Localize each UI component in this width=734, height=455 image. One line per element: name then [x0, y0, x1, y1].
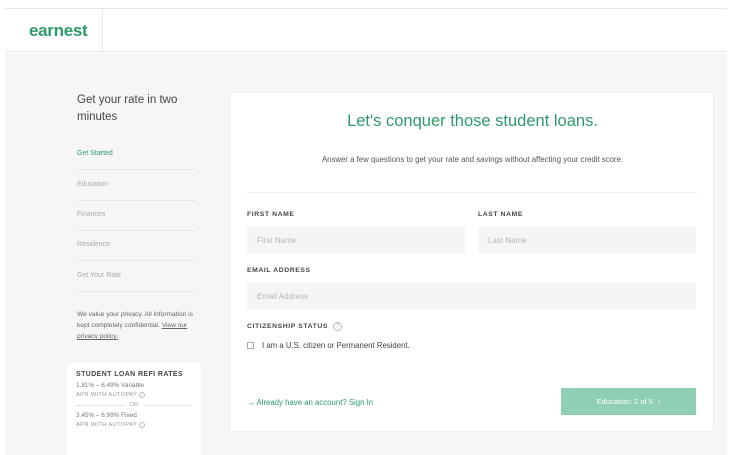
or-label: OR [129, 402, 139, 408]
privacy-note: We value your privacy. All information i… [77, 309, 197, 342]
citizenship-option[interactable]: I am a U.S. citizen or Permanent Residen… [247, 341, 410, 350]
top-bar: earnest [5, 8, 727, 52]
citizenship-label: CITIZENSHIP STATUS [247, 323, 329, 330]
info-icon[interactable]: i [139, 422, 146, 428]
step-finances[interactable]: Finances [77, 201, 196, 231]
or-divider: OR [76, 402, 193, 408]
page-subtitle: Answer a few questions to get your rate … [321, 155, 624, 164]
page-title: Let's conquer those student loans. [347, 112, 598, 130]
info-icon[interactable]: i [139, 392, 146, 398]
email-field[interactable] [247, 283, 696, 309]
step-residence[interactable]: Residence [77, 231, 196, 261]
first-name-label: FIRST NAME [247, 211, 295, 218]
signup-form-card: Let's conquer those student loans. Answe… [229, 92, 714, 432]
autopay-label: APR WITH AUTOPAY [76, 422, 138, 428]
last-name-field[interactable] [478, 227, 696, 253]
rates-box: STUDENT LOAN REFI RATES 1.81% – 6.49% Va… [67, 363, 201, 455]
citizenship-checkbox[interactable] [247, 342, 254, 349]
rates-title: STUDENT LOAN REFI RATES [76, 371, 184, 378]
citizenship-label-row: CITIZENSHIP STATUS ? [247, 322, 343, 331]
earnest-logo[interactable]: earnest [29, 21, 88, 41]
step-education[interactable]: Education [77, 171, 196, 201]
sign-in-link[interactable]: → Already have an account? Sign In [247, 398, 373, 407]
progress-sidebar: Get your rate in two minutes Get Started… [67, 88, 203, 455]
sidebar-title: Get your rate in two minutes [77, 94, 178, 123]
step-get-started[interactable]: Get Started [77, 140, 196, 170]
fixed-rate: 3.45% – 6.99% Fixed [76, 412, 137, 419]
first-name-field[interactable] [247, 227, 465, 253]
autopay-note-fixed: APR WITH AUTOPAY i [76, 422, 192, 428]
logo-cell: earnest [5, 9, 103, 51]
divider [247, 192, 697, 193]
info-icon[interactable]: ? [333, 322, 343, 331]
next-step-label: Education: 2 of 5 [596, 397, 653, 406]
chevron-right-icon: › [657, 397, 661, 406]
next-step-button[interactable]: Education: 2 of 5 › [561, 388, 696, 415]
variable-rate: 1.81% – 6.49% Variable [76, 382, 145, 389]
citizenship-checkbox-label[interactable]: I am a U.S. citizen or Permanent Residen… [262, 341, 410, 350]
last-name-label: LAST NAME [478, 211, 524, 218]
autopay-label: APR WITH AUTOPAY [76, 392, 138, 398]
step-get-your-rate[interactable]: Get Your Rate [77, 262, 196, 292]
email-label: EMAIL ADDRESS [247, 267, 311, 274]
autopay-note-variable: APR WITH AUTOPAY i [76, 392, 192, 398]
